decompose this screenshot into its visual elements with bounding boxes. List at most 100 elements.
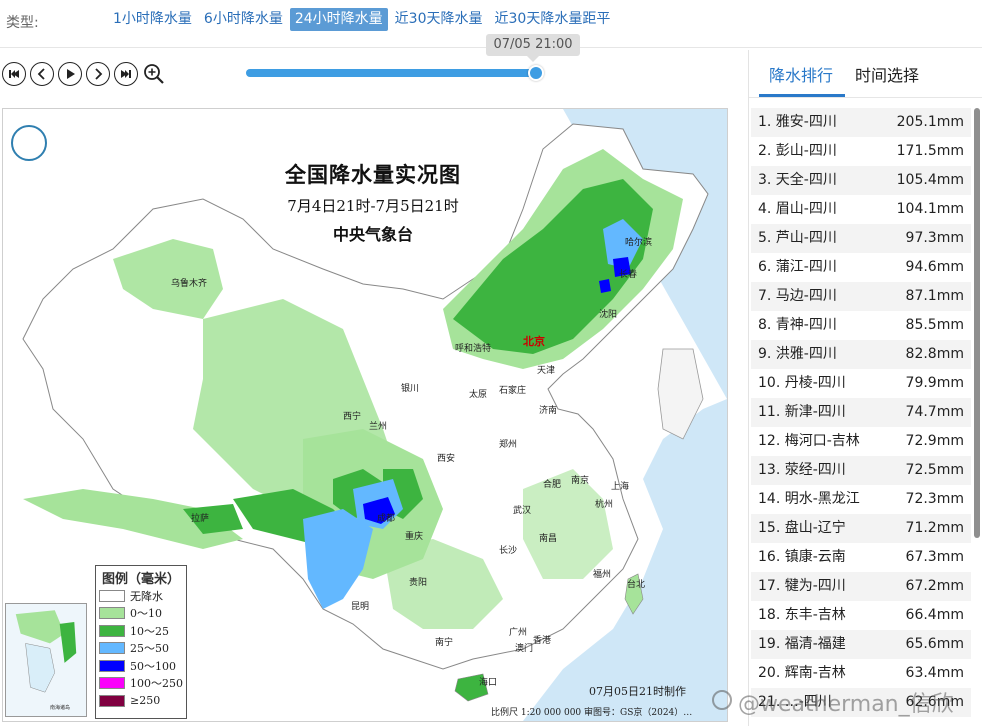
ranking-station: 2. 彭山-四川 [758, 143, 837, 159]
city-lanzhou: 兰州 [369, 422, 388, 432]
legend-item: 10～25 [99, 622, 186, 640]
map-legend: 图例（毫米） 无降水 0～10 10～25 25～50 50～100 100～2… [95, 565, 187, 719]
ranking-row[interactable]: 20. 辉南-吉林 63.4mm [751, 659, 971, 688]
ranking-row[interactable]: 4. 眉山-四川 104.1mm [751, 195, 971, 224]
watermark-text: @weatherman_信欣 [738, 692, 954, 717]
city-hangzhou: 杭州 [595, 500, 614, 510]
city-hefei: 合肥 [543, 480, 562, 490]
ranking-station: 16. 镇康-云南 [758, 549, 846, 565]
ranking-row[interactable]: 19. 福清-福建 65.6mm [751, 630, 971, 659]
ranking-row[interactable]: 13. 荥经-四川 72.5mm [751, 456, 971, 485]
map-title: 全国降水量实况图 [285, 162, 461, 187]
legend-item: 100～250 [99, 675, 186, 693]
ranking-row[interactable]: 17. 犍为-四川 67.2mm [751, 572, 971, 601]
tab-time-select[interactable]: 时间选择 [855, 62, 919, 86]
ranking-row[interactable]: 11. 新津-四川 74.7mm [751, 398, 971, 427]
ranking-row[interactable]: 16. 镇康-云南 67.3mm [751, 543, 971, 572]
ranking-row[interactable]: 10. 丹棱-四川 79.9mm [751, 369, 971, 398]
ranking-value: 105.4mm [896, 172, 964, 188]
ranking-station: 19. 福清-福建 [758, 636, 846, 652]
ranking-value: 63.4mm [905, 665, 964, 681]
ranking-row[interactable]: 15. 盘山-辽宁 71.2mm [751, 514, 971, 543]
legend-item: 无降水 [99, 587, 186, 605]
ranking-row[interactable]: 8. 青神-四川 85.5mm [751, 311, 971, 340]
city-kunming: 昆明 [351, 602, 370, 612]
legend-label: 0～10 [130, 607, 162, 621]
legend-swatch [99, 607, 125, 620]
ranking-value: 205.1mm [896, 114, 964, 130]
city-tianjin: 天津 [537, 366, 556, 376]
ranking-value: 94.6mm [905, 259, 964, 275]
ranking-row[interactable]: 6. 蒲江-四川 94.6mm [751, 253, 971, 282]
precipitation-map[interactable]: 全国降水量实况图 7月4日21时-7月5日21时 中央气象台 乌鲁木齐 拉萨 西… [2, 108, 728, 722]
ranking-row[interactable]: 5. 芦山-四川 97.3mm [751, 224, 971, 253]
ranking-row[interactable]: 3. 天全-四川 105.4mm [751, 166, 971, 195]
tab-precip-ranking[interactable]: 降水排行 [769, 62, 833, 86]
next-icon[interactable] [86, 62, 110, 86]
city-taiyuan: 太原 [469, 390, 488, 400]
city-urumqi: 乌鲁木齐 [171, 279, 208, 289]
city-changsha: 长沙 [499, 546, 518, 556]
ranking-value: 104.1mm [896, 201, 964, 217]
skip-to-end-icon[interactable] [114, 62, 138, 86]
legend-swatch [99, 642, 125, 655]
city-nanchang: 南昌 [539, 534, 558, 544]
ranking-value: 85.5mm [905, 317, 964, 333]
ranking-station: 11. 新津-四川 [758, 404, 846, 420]
city-lhasa: 拉萨 [191, 514, 210, 524]
legend-swatch [99, 659, 125, 672]
ranking-value: 65.6mm [905, 636, 964, 652]
ranking-value: 82.8mm [905, 346, 964, 362]
time-slider[interactable] [246, 65, 544, 81]
city-haikou: 海口 [479, 678, 498, 688]
ranking-value: 66.4mm [905, 607, 964, 623]
ranking-station: 20. 辉南-吉林 [758, 665, 846, 681]
tab-30d-anomaly[interactable]: 近30天降水量距平 [490, 8, 616, 31]
city-shanghai: 上海 [611, 482, 630, 492]
ranking-row[interactable]: 14. 明水-黑龙江 72.3mm [751, 485, 971, 514]
city-harbin: 哈尔滨 [625, 238, 653, 248]
previous-icon[interactable] [30, 62, 54, 86]
ranking-row[interactable]: 7. 马边-四川 87.1mm [751, 282, 971, 311]
ranking-row[interactable]: 12. 梅河口-吉林 72.9mm [751, 427, 971, 456]
ranking-station: 17. 犍为-四川 [758, 578, 846, 594]
ranking-station: 12. 梅河口-吉林 [758, 433, 860, 449]
ranking-value: 87.1mm [905, 288, 964, 304]
tab-1h-precip[interactable]: 1小时降水量 [108, 8, 197, 31]
south-china-sea-inset: 南海诸岛 [5, 603, 87, 717]
ranking-station: 13. 荥经-四川 [758, 462, 846, 478]
map-period: 7月4日21时-7月5日21时 [287, 197, 459, 215]
ranking-station: 3. 天全-四川 [758, 172, 837, 188]
ranking-station: 5. 芦山-四川 [758, 230, 837, 246]
slider-handle[interactable] [528, 65, 544, 81]
tab-6h-precip[interactable]: 6小时降水量 [199, 8, 288, 31]
ranking-row[interactable]: 1. 雅安-四川 205.1mm [751, 108, 971, 137]
city-hongkong: 香港 [533, 636, 552, 646]
tab-30d-precip[interactable]: 近30天降水量 [390, 8, 488, 31]
ranking-scrollbar[interactable] [974, 108, 980, 538]
ranking-value: 67.2mm [905, 578, 964, 594]
map-made-time: 07月05日21时制作 [589, 685, 686, 698]
ranking-row[interactable]: 2. 彭山-四川 171.5mm [751, 137, 971, 166]
skip-to-start-icon[interactable] [2, 62, 26, 86]
legend-swatch [99, 694, 125, 707]
type-label: 类型: [6, 15, 39, 31]
ranking-station: 8. 青神-四川 [758, 317, 837, 333]
tab-24h-precip[interactable]: 24小时降水量 [289, 8, 388, 31]
ranking-tabs: 降水排行 时间选择 [749, 50, 982, 98]
ranking-row[interactable]: 9. 洪雅-四川 82.8mm [751, 340, 971, 369]
city-fuzhou: 福州 [593, 570, 612, 580]
ranking-station: 10. 丹棱-四川 [758, 375, 846, 391]
ranking-station: 1. 雅安-四川 [758, 114, 837, 130]
legend-label: 50～100 [130, 659, 176, 673]
ranking-value: 72.5mm [905, 462, 964, 478]
inset-caption: 南海诸岛 [50, 705, 71, 711]
legend-swatch [99, 624, 125, 637]
type-tabs: 1小时降水量 6小时降水量 24小时降水量 近30天降水量 近30天降水量距平 [108, 8, 617, 31]
city-macau: 澳门 [515, 644, 534, 654]
city-nanjing: 南京 [571, 476, 590, 486]
play-icon[interactable] [58, 62, 82, 86]
zoom-in-icon[interactable] [142, 62, 166, 86]
ranking-station: 6. 蒲江-四川 [758, 259, 837, 275]
ranking-row[interactable]: 18. 东丰-吉林 66.4mm [751, 601, 971, 630]
